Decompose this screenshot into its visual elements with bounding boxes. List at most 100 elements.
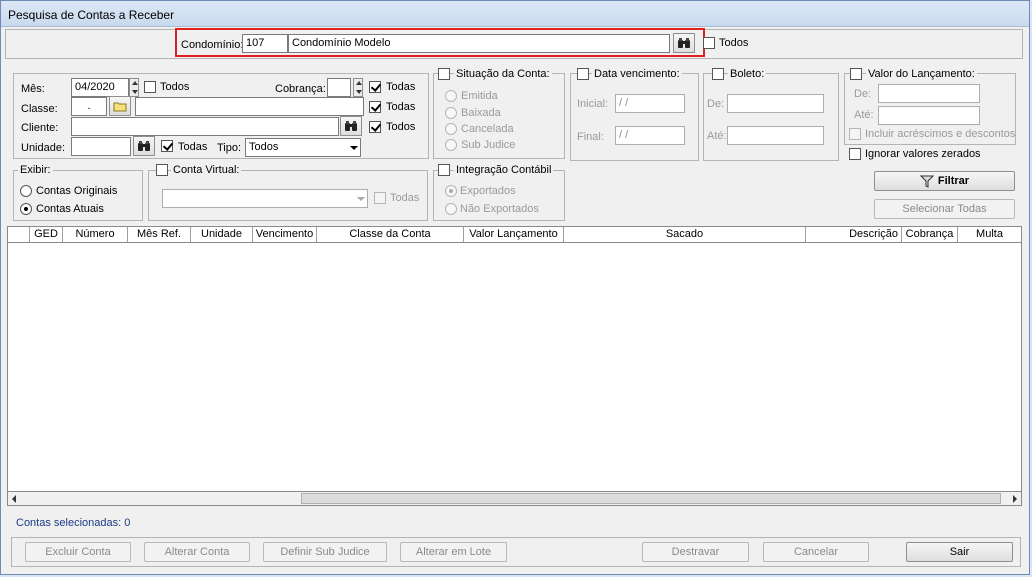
exibir-atuais-label: Contas Atuais	[36, 203, 104, 215]
situacao-checkbox[interactable]	[438, 68, 450, 80]
filtrar-label: Filtrar	[937, 175, 970, 187]
incluir-acrescimos-checkbox[interactable]	[849, 128, 861, 140]
mes-field[interactable]: 04/2020	[71, 78, 129, 97]
cobranca-spinner[interactable]	[353, 78, 363, 97]
cliente-search-button[interactable]	[340, 116, 362, 136]
cliente-todos-checkbox[interactable]	[369, 121, 381, 133]
destravar-button[interactable]: Destravar	[642, 542, 749, 562]
cobranca-todas-label: Todas	[386, 81, 416, 93]
cobranca-label: Cobrança:	[275, 83, 326, 95]
binoculars-icon	[138, 141, 150, 151]
integracao-checkbox[interactable]	[438, 164, 450, 176]
exibir-atuais-radio[interactable]	[20, 203, 32, 215]
vencimento-inicial-field[interactable]: / /	[615, 94, 685, 113]
valor-checkbox[interactable]	[850, 68, 862, 80]
cancelar-button[interactable]: Cancelar	[763, 542, 869, 562]
conta-virtual-todas-checkbox[interactable]	[374, 192, 386, 204]
mes-todos-checkbox[interactable]	[144, 81, 156, 93]
filtrar-button[interactable]: Filtrar	[874, 171, 1015, 191]
title-bar: Pesquisa de Contas a Receber	[1, 1, 1029, 27]
boleto-title: Boleto:	[728, 68, 767, 80]
vencimento-checkbox[interactable]	[577, 68, 589, 80]
integracao-nao-exportados-radio[interactable]	[445, 203, 457, 215]
situacao-baixada-radio[interactable]	[445, 107, 457, 119]
grid-header-sacado[interactable]: Sacado	[564, 227, 806, 242]
grid-header-ged[interactable]: GED	[30, 227, 63, 242]
situacao-cancelada-label: Cancelada	[461, 123, 514, 135]
situacao-subjudice-radio[interactable]	[445, 139, 457, 151]
scroll-right-icon[interactable]	[1013, 495, 1017, 503]
classe-todas-checkbox[interactable]	[369, 101, 381, 113]
vencimento-final-field[interactable]: / /	[615, 126, 685, 145]
condominio-code-field[interactable]: 107	[242, 34, 288, 53]
exibir-title: Exibir:	[18, 164, 53, 176]
grid-header-descricao[interactable]: Descrição	[806, 227, 902, 242]
definir-sub-judice-button[interactable]: Definir Sub Judice	[263, 542, 387, 562]
conta-virtual-select[interactable]	[162, 189, 368, 208]
boleto-checkbox[interactable]	[712, 68, 724, 80]
alterar-conta-button[interactable]: Alterar Conta	[144, 542, 250, 562]
integracao-exportados-radio[interactable]	[445, 185, 457, 197]
boleto-panel	[703, 73, 839, 161]
valor-title: Valor do Lançamento:	[866, 68, 977, 80]
condominio-name-field[interactable]: Condomínio Modelo	[288, 34, 670, 53]
situacao-subjudice-label: Sub Judice	[461, 139, 516, 151]
situacao-emitida-radio[interactable]	[445, 90, 457, 102]
conta-virtual-checkbox[interactable]	[156, 164, 168, 176]
binoculars-icon	[345, 121, 357, 131]
grid-header-selector[interactable]	[8, 227, 30, 242]
situacao-baixada-label: Baixada	[461, 107, 501, 119]
grid-header-multa[interactable]: Multa	[958, 227, 1021, 242]
grid-header-classe[interactable]: Classe da Conta	[317, 227, 464, 242]
exibir-originais-radio[interactable]	[20, 185, 32, 197]
ignorar-zerados-label: Ignorar valores zerados	[865, 148, 981, 160]
boleto-ate-label: Até:	[707, 130, 727, 142]
grid-header-vencimento[interactable]: Vencimento	[253, 227, 317, 242]
valor-de-field[interactable]	[878, 84, 980, 103]
grid-header-numero[interactable]: Número	[63, 227, 128, 242]
unidade-todas-checkbox[interactable]	[161, 140, 173, 152]
scrollbar-thumb[interactable]	[301, 493, 1001, 504]
unidade-search-button[interactable]	[133, 136, 155, 156]
situacao-cancelada-radio[interactable]	[445, 123, 457, 135]
chevron-down-icon	[357, 197, 365, 201]
vencimento-panel	[570, 73, 699, 161]
selecionar-todas-button[interactable]: Selecionar Todas	[874, 199, 1015, 219]
ignorar-zerados-checkbox[interactable]	[849, 148, 861, 160]
integracao-exportados-label: Exportados	[460, 185, 516, 197]
chevron-down-icon	[350, 146, 358, 150]
unidade-label: Unidade:	[21, 142, 66, 154]
tipo-label: Tipo:	[217, 142, 242, 154]
grid-body[interactable]	[7, 243, 1022, 491]
cobranca-field[interactable]	[327, 78, 351, 97]
cliente-field[interactable]	[71, 117, 339, 136]
condominio-search-button[interactable]	[673, 33, 695, 53]
boleto-ate-field[interactable]	[727, 126, 824, 145]
valor-ate-field[interactable]	[878, 106, 980, 125]
boleto-de-field[interactable]	[727, 94, 824, 113]
incluir-acrescimos-label: Incluir acréscimos e descontos	[865, 128, 1016, 140]
unidade-todas-label: Todas	[178, 141, 208, 153]
mes-spinner[interactable]	[129, 78, 139, 97]
situacao-title: Situação da Conta:	[454, 68, 552, 80]
horizontal-scrollbar[interactable]	[7, 491, 1022, 506]
grid-header: GED Número Mês Ref. Unidade Vencimento C…	[7, 226, 1022, 243]
alterar-em-lote-button[interactable]: Alterar em Lote	[400, 542, 507, 562]
grid-header-unidade[interactable]: Unidade	[191, 227, 253, 242]
classe-folder-button[interactable]	[109, 96, 131, 116]
vencimento-final-label: Final:	[577, 131, 604, 143]
sair-button[interactable]: Sair	[906, 542, 1013, 562]
classe-label: Classe:	[21, 103, 58, 115]
tipo-select[interactable]: Todos	[245, 138, 361, 157]
scroll-left-icon[interactable]	[12, 495, 16, 503]
grid-header-mes-ref[interactable]: Mês Ref.	[128, 227, 191, 242]
excluir-conta-button[interactable]: Excluir Conta	[25, 542, 131, 562]
classe-code-field[interactable]: .	[71, 97, 107, 116]
grid-header-valor[interactable]: Valor Lançamento	[464, 227, 564, 242]
cobranca-todas-checkbox[interactable]	[369, 81, 381, 93]
condominio-todos-checkbox[interactable]	[703, 37, 715, 49]
main-window: Pesquisa de Contas a Receber Condomínio:…	[0, 0, 1030, 575]
grid-header-cobranca[interactable]: Cobrança	[902, 227, 958, 242]
classe-name-field[interactable]	[135, 97, 364, 116]
unidade-field[interactable]	[71, 137, 131, 156]
